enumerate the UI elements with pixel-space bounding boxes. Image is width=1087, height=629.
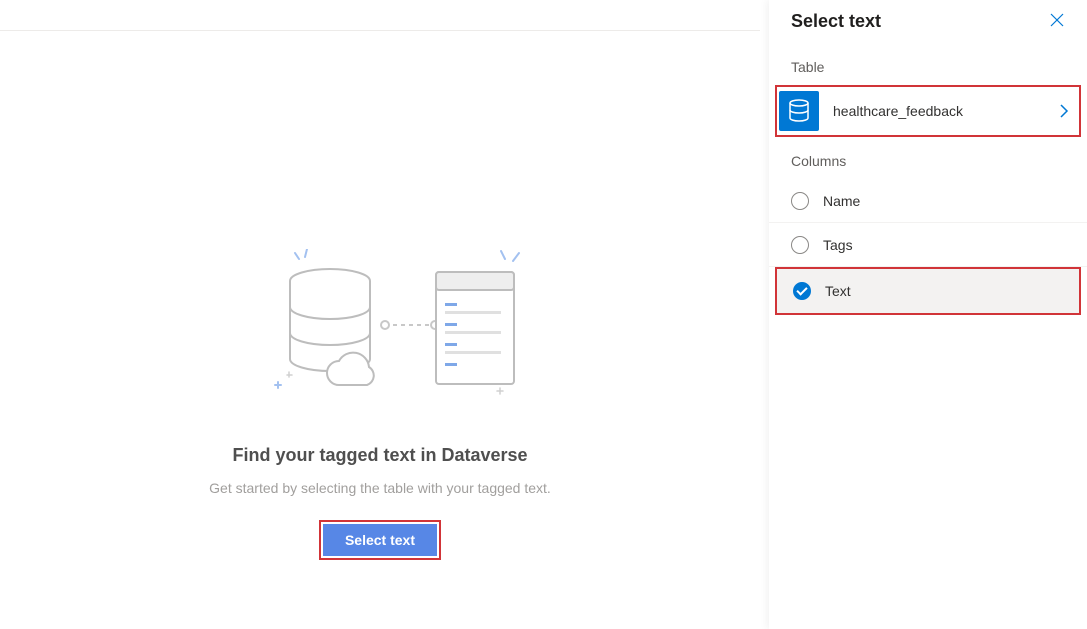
database-small-icon (788, 99, 810, 123)
select-text-button-highlight: Select text (319, 520, 441, 560)
column-option-tags[interactable]: Tags (769, 223, 1087, 267)
table-icon (779, 91, 819, 131)
table-name: healthcare_feedback (833, 103, 1059, 119)
table-selection-highlight: healthcare_feedback (775, 85, 1081, 137)
column-label: Name (823, 193, 860, 209)
main-heading: Find your tagged text in Dataverse (232, 445, 527, 466)
select-text-button[interactable]: Select text (323, 524, 437, 556)
columns-section-label: Columns (769, 137, 1087, 179)
close-icon (1049, 12, 1065, 28)
close-button[interactable] (1045, 8, 1069, 35)
panel-header: Select text (769, 0, 1087, 43)
radio-checked-icon (793, 282, 811, 300)
column-label: Tags (823, 237, 853, 253)
column-selection-highlight: Text (775, 267, 1081, 315)
radio-unchecked-icon (791, 192, 809, 210)
document-icon (435, 271, 515, 391)
database-icon (285, 267, 385, 397)
dataverse-illustration (235, 249, 525, 409)
main-subheading: Get started by selecting the table with … (209, 480, 551, 496)
chevron-right-icon (1059, 103, 1069, 119)
radio-unchecked-icon (791, 236, 809, 254)
table-section-label: Table (769, 43, 1087, 85)
column-option-name[interactable]: Name (769, 179, 1087, 223)
column-label: Text (825, 283, 851, 299)
table-selector[interactable]: healthcare_feedback (777, 87, 1079, 135)
panel-title: Select text (791, 11, 881, 32)
select-text-panel: Select text Table healthcare_feedback (769, 0, 1087, 629)
main-content: Find your tagged text in Dataverse Get s… (0, 0, 760, 629)
column-option-text[interactable]: Text (777, 269, 1079, 313)
